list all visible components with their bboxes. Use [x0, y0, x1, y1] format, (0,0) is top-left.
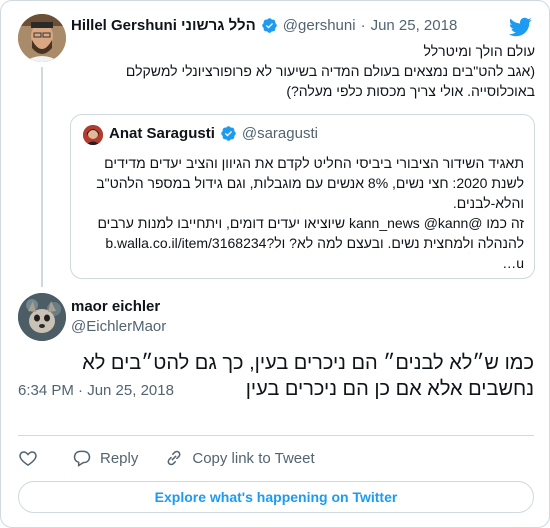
copy-link-button[interactable]: Copy link to Tweet: [164, 448, 315, 468]
main-author-handle[interactable]: @EichlerMaor: [71, 318, 166, 335]
quoted-tweet-text-line: תאגיד השידור הציבורי ביביסי החליט לקדם א…: [104, 155, 524, 171]
main-author-name[interactable]: maor eichler: [71, 298, 160, 315]
quoted-author-handle: @saragusti: [241, 125, 318, 142]
parent-author-avatar[interactable]: [18, 14, 66, 62]
quoted-tweet-text-line: זה כמו @kann_news @kann שיוציאו יעדים דו…: [97, 215, 524, 231]
quoted-author-avatar: [83, 125, 103, 145]
parent-tweet-text-line: (אגב להט"בים נמצאים בעולם המדיה בשיעור ל…: [125, 63, 535, 79]
copy-link-label: Copy link to Tweet: [192, 449, 315, 467]
quoted-tweet-header: Anat Saragusti @saragusti: [109, 125, 318, 142]
main-author-avatar[interactable]: [18, 293, 66, 341]
parent-tweet-text-line: באוכלוסייה. אולי צריך מכסות כלפי מעלה?): [286, 83, 535, 99]
heart-icon: [19, 451, 37, 466]
separator-dot: ·: [360, 17, 366, 34]
reply-bubble-icon: [73, 450, 91, 467]
quoted-tweet-text: תאגיד השידור הציבורי ביביסי החליט לקדם א…: [83, 153, 524, 273]
reply-label: Reply: [100, 449, 139, 467]
quoted-tweet[interactable]: Anat Saragusti @saragusti תאגיד השידור ה…: [70, 114, 535, 279]
explore-button[interactable]: Explore what's happening on Twitter: [18, 481, 534, 513]
divider: [18, 435, 534, 436]
parent-author-handle[interactable]: @gershuni: [283, 17, 356, 34]
parent-tweet-header: Hillel Gershuni הלל גרשוני @gershuni · J…: [71, 17, 457, 34]
quoted-tweet-text-line: לשנת 2020: חצי נשים, 8% אנשים עם מוגבלות…: [96, 175, 524, 191]
parent-author-name[interactable]: Hillel Gershuni הלל גרשוני: [71, 17, 256, 34]
quoted-author-name: Anat Saragusti: [109, 125, 215, 142]
parent-tweet-date[interactable]: Jun 25, 2018: [371, 17, 458, 34]
parent-tweet-text-line: עולם הולך ומיטרלל: [423, 43, 535, 59]
quoted-tweet-text-line: להנהלה ולמחצית נשים. ובעצם למה לא? ול?b.…: [105, 235, 524, 251]
quoted-tweet-text-line: u…: [502, 255, 524, 271]
embedded-tweet-card: Hillel Gershuni הלל גרשוני @gershuni · J…: [0, 0, 550, 528]
link-icon: [167, 450, 181, 466]
thread-connector-line: [41, 67, 43, 287]
like-button[interactable]: [18, 448, 46, 468]
verified-badge-icon: [262, 18, 277, 33]
quoted-tweet-text-line: והלא-לבנים.: [452, 195, 524, 211]
parent-tweet-text: עולם הולך ומיטרלל (אגב להט"בים נמצאים בע…: [71, 41, 535, 101]
tweet-actions: Reply Copy link to Tweet: [18, 448, 341, 468]
reply-button[interactable]: Reply: [72, 448, 138, 468]
verified-badge-icon: [221, 126, 236, 141]
tweet-timestamp[interactable]: 6:34 PM · Jun 25, 2018: [18, 382, 174, 399]
twitter-bird-icon[interactable]: [508, 15, 532, 39]
